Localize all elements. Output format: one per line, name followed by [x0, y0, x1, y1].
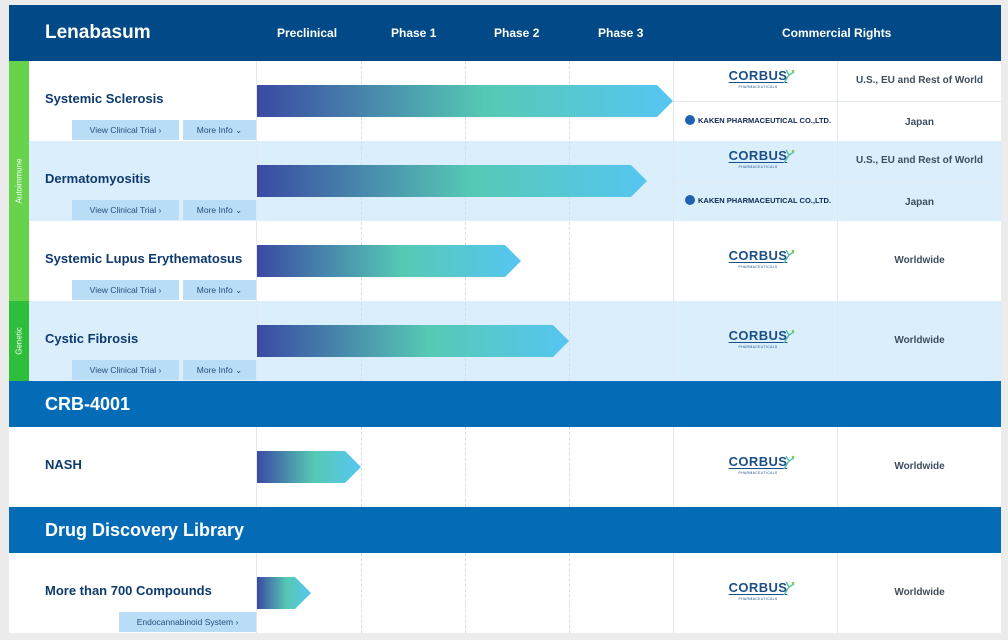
grid-line [837, 61, 838, 381]
rights-700-compounds: Worldwide [894, 587, 945, 598]
phase-3-heading: Phase 3 [598, 26, 644, 40]
corbus-logo-subtext: PHARMACEUTICALS [738, 85, 778, 89]
rights-dermatomyositis-japan: Japan [905, 197, 934, 208]
rights-dermatomyositis-us: U.S., EU and Rest of World [855, 155, 984, 166]
kaken-logo: KAKEN PHARMACEUTICAL CO.,LTD. [685, 115, 831, 125]
progress-bar-systemic-sclerosis [257, 85, 675, 117]
corbus-logo-subtext: PHARMACEUTICALS [738, 165, 778, 169]
section-drug-discovery-library-title: Drug Discovery Library [45, 520, 245, 540]
pipeline-table: Lenabasum Preclinical Phase 1 Phase 2 Ph… [9, 5, 1001, 633]
corbus-mark-icon [783, 249, 795, 263]
indication-systemic-lupus-erythematosus: Systemic Lupus Erythematosus [45, 251, 243, 266]
section-crb-4001: CRB-4001 [9, 381, 1001, 427]
corbus-logo-text: CORBUS [728, 454, 788, 469]
corbus-logo-subtext: PHARMACEUTICALS [738, 345, 778, 349]
corbus-logo: CORBUS PHARMACEUTICALS [723, 579, 795, 601]
corbus-logo-text: CORBUS [728, 248, 788, 263]
rights-systemic-sclerosis-japan: Japan [905, 117, 934, 128]
corbus-logo-text: CORBUS [728, 68, 788, 83]
view-clinical-trial-button[interactable]: View Clinical Trial › [72, 120, 179, 140]
corbus-logo-text: CORBUS [728, 148, 788, 163]
corbus-mark-icon [783, 69, 795, 83]
corbus-logo-subtext: PHARMACEUTICALS [738, 265, 778, 269]
kaken-logo-text: KAKEN PHARMACEUTICAL CO.,LTD. [698, 116, 832, 125]
grid-line [673, 181, 1001, 182]
grid-line [569, 427, 570, 507]
kaken-badge-icon [685, 195, 695, 205]
view-clinical-trial-button[interactable]: View Clinical Trial › [72, 280, 179, 300]
category-autoimmune: Autoimmune [9, 61, 29, 301]
grid-line [673, 101, 1001, 102]
phase-2-heading: Phase 2 [494, 26, 540, 40]
indication-systemic-sclerosis: Systemic Sclerosis [45, 91, 164, 106]
corbus-logo-text: CORBUS [728, 328, 788, 343]
rights-sle: Worldwide [894, 255, 945, 266]
grid-line [361, 553, 362, 633]
section-crb-4001-title: CRB-4001 [45, 394, 131, 414]
grid-line [465, 427, 466, 507]
grid-line [673, 427, 674, 507]
corbus-logo: CORBUS PHARMACEUTICALS [723, 453, 795, 475]
kaken-logo-text: KAKEN PHARMACEUTICAL CO.,LTD. [698, 196, 832, 205]
progress-bar-700-compounds [257, 577, 313, 609]
corbus-logo-subtext: PHARMACEUTICALS [738, 471, 778, 475]
grid-line [569, 553, 570, 633]
more-info-button[interactable]: More Info ⌄ [183, 120, 256, 140]
progress-bar-nash [257, 451, 363, 483]
endocannabinoid-system-button[interactable]: Endocannabinoid System › [119, 612, 256, 632]
corbus-logo: CORBUS PHARMACEUTICALS [723, 247, 795, 269]
grid-line [465, 553, 466, 633]
indication-dermatomyositis: Dermatomyositis [45, 171, 151, 186]
grid-line [673, 553, 674, 633]
corbus-logo: CORBUS PHARMACEUTICALS [723, 327, 795, 349]
rights-systemic-sclerosis-us: U.S., EU and Rest of World [855, 75, 984, 86]
corbus-logo: CORBUS PHARMACEUTICALS [723, 67, 795, 89]
indication-nash: NASH [45, 457, 82, 472]
corbus-mark-icon [783, 149, 795, 163]
category-genetic-label: Genetic [14, 327, 24, 355]
progress-bar-cystic-fibrosis [257, 325, 571, 357]
corbus-mark-icon [783, 329, 795, 343]
corbus-mark-icon [783, 581, 795, 595]
commercial-rights-heading: Commercial Rights [782, 26, 892, 40]
rights-nash: Worldwide [894, 461, 945, 472]
phase-preclinical-heading: Preclinical [277, 26, 338, 40]
more-info-button[interactable]: More Info ⌄ [183, 200, 256, 220]
pipeline-header: Lenabasum Preclinical Phase 1 Phase 2 Ph… [9, 5, 1001, 61]
progress-bar-systemic-lupus-erythematosus [257, 245, 523, 277]
section-drug-discovery-library: Drug Discovery Library [9, 507, 1001, 553]
corbus-logo: CORBUS PHARMACEUTICALS [723, 147, 795, 169]
kaken-logo: KAKEN PHARMACEUTICAL CO.,LTD. [685, 195, 831, 205]
drug-title: Lenabasum [45, 22, 151, 43]
indication-700-compounds: More than 700 Compounds [45, 583, 212, 598]
rights-cystic-fibrosis: Worldwide [894, 335, 945, 346]
more-info-button[interactable]: More Info ⌄ [183, 280, 256, 300]
indication-cystic-fibrosis: Cystic Fibrosis [45, 331, 139, 346]
phase-1-heading: Phase 1 [391, 26, 437, 40]
corbus-logo-text: CORBUS [728, 580, 788, 595]
progress-bar-dermatomyositis [257, 165, 649, 197]
kaken-badge-icon [685, 115, 695, 125]
more-info-button[interactable]: More Info ⌄ [183, 360, 256, 380]
corbus-mark-icon [783, 455, 795, 469]
view-clinical-trial-button[interactable]: View Clinical Trial › [72, 360, 179, 380]
view-clinical-trial-button[interactable]: View Clinical Trial › [72, 200, 179, 220]
category-autoimmune-label: Autoimmune [14, 158, 24, 204]
category-genetic: Genetic [9, 301, 29, 381]
corbus-logo-subtext: PHARMACEUTICALS [738, 597, 778, 601]
